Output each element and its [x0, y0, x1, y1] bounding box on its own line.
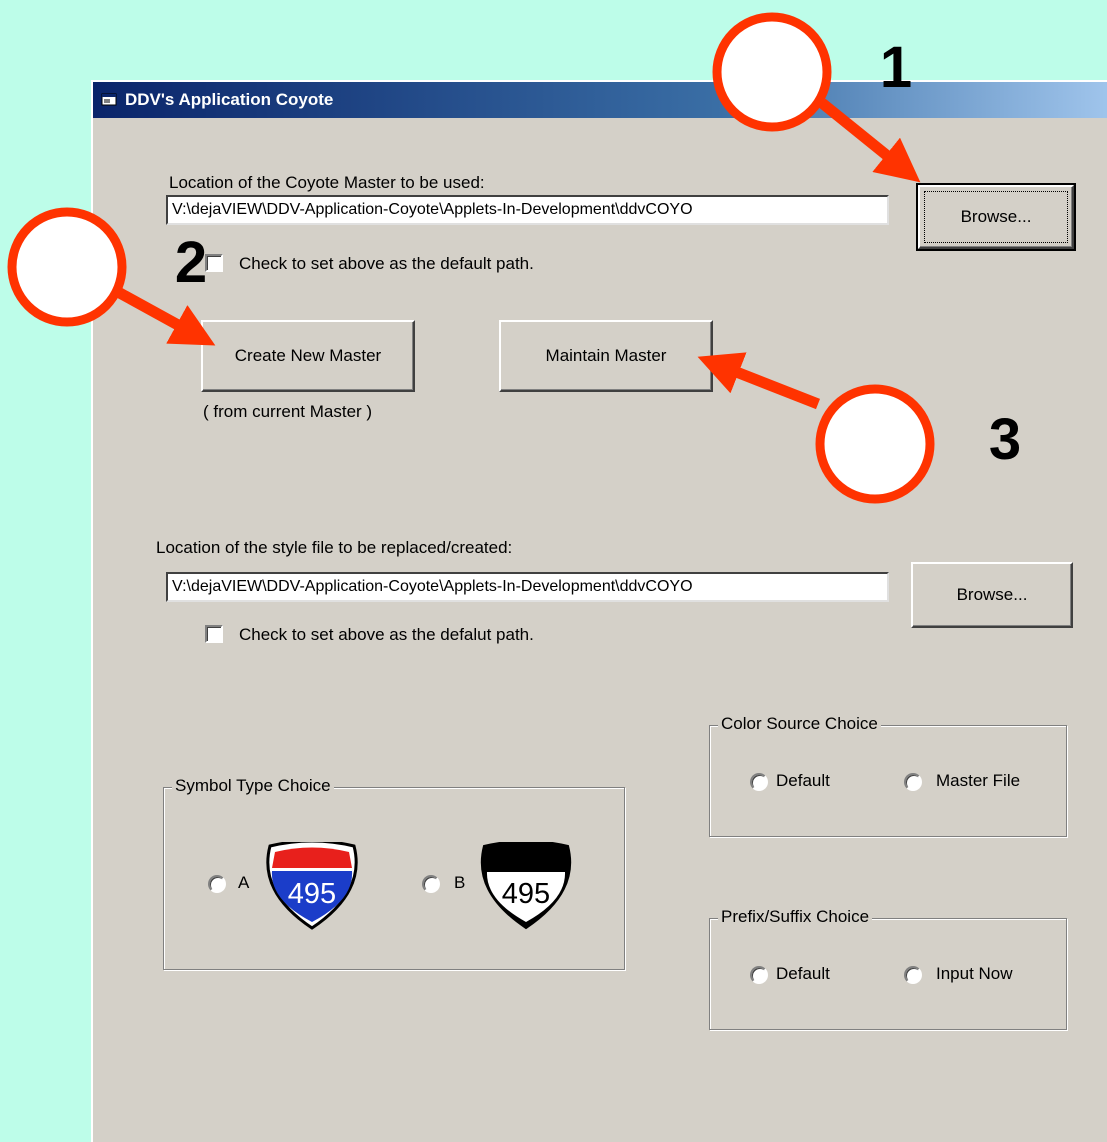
callout-2: 2 [5, 205, 207, 329]
callout-3: 3 [810, 382, 1021, 506]
annotation-arrows [115, 98, 921, 410]
arrow-2 [115, 287, 216, 346]
arrow-3 [697, 352, 821, 410]
callout-1-circle [712, 12, 832, 132]
arrow-1 [818, 98, 921, 183]
callout-3-number: 3 [988, 407, 1022, 472]
callout-3-circle [815, 384, 935, 504]
callout-1-number: 1 [879, 35, 913, 100]
callout-2-number: 2 [174, 230, 208, 295]
callout-1: 1 [710, 10, 912, 134]
callout-2-circle [7, 207, 127, 327]
